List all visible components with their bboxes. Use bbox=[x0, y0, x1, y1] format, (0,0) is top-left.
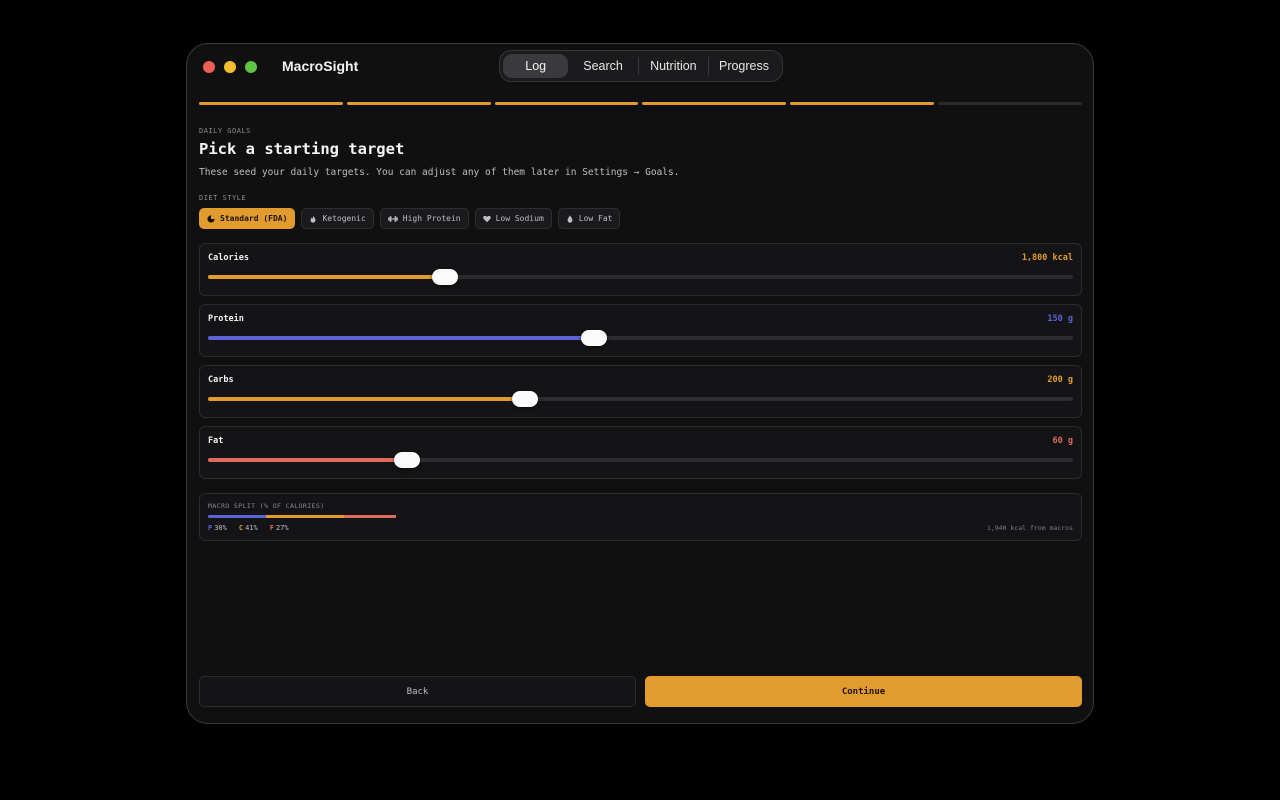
macro-total-kcal: 1,940 kcal from macros bbox=[986, 524, 1073, 532]
wizard-step bbox=[199, 102, 343, 105]
macro-split-segment bbox=[344, 515, 397, 518]
zoom-window-button[interactable] bbox=[245, 61, 257, 73]
chip-label: High Protein bbox=[402, 214, 461, 223]
wizard-step bbox=[938, 102, 1082, 105]
chip-low-sodium[interactable]: Low Sodium bbox=[474, 208, 552, 229]
app-title: MacroSight bbox=[282, 58, 359, 74]
protein-value: 150 g bbox=[1047, 314, 1073, 324]
app-window: MacroSight Log Search Nutrition Progress… bbox=[186, 43, 1094, 724]
window-controls bbox=[203, 61, 257, 73]
chip-label: Low Sodium bbox=[495, 214, 544, 223]
chip-standard-fda[interactable]: Standard (FDA) bbox=[199, 208, 296, 229]
wizard-step bbox=[494, 102, 639, 105]
continue-button[interactable]: Continue bbox=[645, 676, 1082, 707]
page-subtitle: These seed your daily targets. You can a… bbox=[199, 167, 680, 178]
flame-icon bbox=[311, 214, 316, 223]
fat-slider-fill bbox=[208, 458, 407, 462]
wizard-step bbox=[790, 102, 935, 105]
dumbbell-icon bbox=[387, 215, 398, 222]
carbs-target-card: Carbs 200 g bbox=[199, 365, 1082, 418]
section-eyebrow: DAILY GOALS bbox=[199, 127, 251, 135]
tab-search[interactable]: Search bbox=[568, 54, 637, 78]
carbs-slider-fill bbox=[208, 397, 525, 401]
pie-icon bbox=[207, 214, 215, 223]
minimize-window-button[interactable] bbox=[224, 61, 236, 73]
legend-carbs-value: 41% bbox=[245, 524, 258, 532]
legend-carbs: C 41% bbox=[239, 524, 258, 532]
chip-label: Ketogenic bbox=[322, 214, 366, 223]
calories-slider-thumb[interactable] bbox=[432, 269, 458, 285]
carbs-label: Carbs bbox=[208, 375, 234, 385]
carbs-slider[interactable] bbox=[208, 391, 1073, 407]
fat-target-card: Fat 60 g bbox=[199, 426, 1082, 479]
chip-high-protein[interactable]: High Protein bbox=[379, 208, 469, 229]
fat-slider-thumb[interactable] bbox=[393, 452, 420, 468]
drop-icon bbox=[567, 214, 573, 223]
macro-split-bar bbox=[208, 515, 400, 518]
legend-fat-value: 27% bbox=[275, 524, 289, 532]
protein-slider[interactable] bbox=[208, 330, 1073, 346]
macro-split-segment bbox=[265, 515, 345, 518]
heart-icon bbox=[482, 215, 491, 222]
wizard-step bbox=[346, 102, 491, 105]
protein-slider-fill bbox=[208, 336, 594, 340]
calories-slider[interactable] bbox=[208, 269, 1073, 285]
carbs-slider-thumb[interactable] bbox=[511, 391, 538, 407]
diet-style-options: Standard (FDA) Ketogenic High Protein Lo… bbox=[199, 208, 621, 229]
page-title: Pick a starting target bbox=[199, 140, 405, 158]
protein-slider-thumb[interactable] bbox=[580, 330, 607, 346]
fat-slider[interactable] bbox=[208, 452, 1073, 468]
calories-target-card: Calories 1,800 kcal bbox=[199, 243, 1082, 296]
back-button[interactable]: Back bbox=[199, 676, 636, 707]
carbs-value: 200 g bbox=[1047, 375, 1073, 385]
wizard-progress bbox=[199, 102, 1082, 105]
legend-protein-value: 30% bbox=[214, 524, 227, 532]
legend-protein-key: P bbox=[208, 524, 213, 532]
macro-split-segment bbox=[208, 515, 266, 518]
protein-label: Protein bbox=[208, 314, 244, 324]
chip-label: Standard (FDA) bbox=[220, 214, 288, 223]
diet-style-label: DIET STYLE bbox=[199, 194, 247, 202]
wizard-step bbox=[642, 102, 787, 105]
fat-label: Fat bbox=[208, 436, 224, 446]
chip-ketogenic[interactable]: Ketogenic bbox=[301, 208, 374, 229]
macro-split-legend: P 30% C 41% F 27% bbox=[208, 524, 289, 532]
tab-progress[interactable]: Progress bbox=[709, 54, 779, 78]
legend-fat: F 27% bbox=[270, 524, 289, 532]
macro-split-label: MACRO SPLIT (% OF CALORIES) bbox=[208, 502, 325, 510]
legend-carbs-key: C bbox=[238, 524, 244, 532]
close-window-button[interactable] bbox=[203, 61, 215, 73]
protein-target-card: Protein 150 g bbox=[199, 304, 1082, 357]
tab-nutrition[interactable]: Nutrition bbox=[639, 54, 708, 78]
calories-label: Calories bbox=[208, 253, 249, 263]
calories-value: 1,800 kcal bbox=[1021, 253, 1073, 263]
chip-label: Low Fat bbox=[578, 214, 613, 223]
legend-fat-key: F bbox=[269, 524, 274, 532]
tab-log[interactable]: Log bbox=[503, 54, 569, 78]
legend-protein: P 30% bbox=[208, 524, 227, 532]
main-tabs: Log Search Nutrition Progress bbox=[499, 50, 783, 82]
fat-value: 60 g bbox=[1052, 436, 1073, 446]
calories-slider-fill bbox=[208, 275, 445, 279]
macro-split-card: MACRO SPLIT (% OF CALORIES) P 30% C 41% F2… bbox=[199, 493, 1082, 541]
chip-low-fat[interactable]: Low Fat bbox=[557, 208, 621, 229]
